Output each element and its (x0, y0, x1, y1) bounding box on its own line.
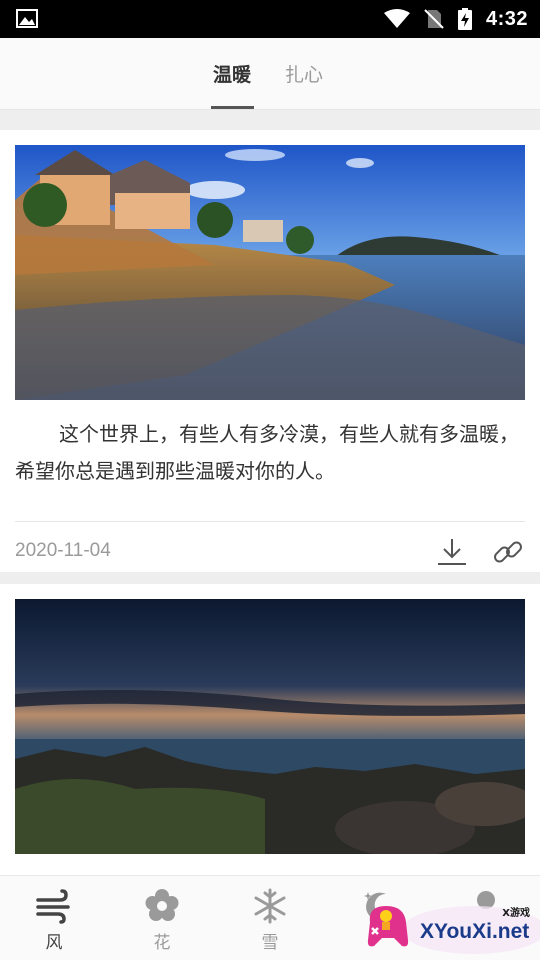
no-sim-icon (424, 9, 444, 29)
xyouxi-watermark: X游戏 XYouXi.net (362, 892, 540, 958)
post-date: 2020-11-04 (15, 540, 111, 561)
rocky-coast-dusk-photo[interactable] (15, 599, 525, 854)
clock: 4:32 (485, 7, 528, 30)
snowflake-icon (254, 888, 286, 924)
nav-label-snow: 雪 (261, 933, 279, 953)
image-icon (16, 9, 38, 28)
tab-heartbreak[interactable]: 扎心 (285, 60, 323, 87)
feed-card[interactable]: 这个世界上，有些人有多冷漠，有些人就有多温暖，希望你总是遇到那些温暖对你的人。 … (0, 130, 540, 572)
seaside-houses-beach-photo[interactable] (15, 145, 525, 400)
nav-item-wind[interactable]: 风 (0, 876, 108, 960)
feed-card[interactable] (0, 584, 540, 875)
flower-icon (145, 889, 179, 921)
battery-charging-icon (457, 8, 472, 30)
nav-label-flower: 花 (153, 933, 171, 953)
quote-text: 这个世界上，有些人有多冷漠，有些人就有多温暖，希望你总是遇到那些温暖对你的人。 (15, 422, 519, 483)
nav-item-snow[interactable]: 雪 (216, 876, 324, 960)
download-icon[interactable] (435, 535, 469, 569)
tab-indicator (211, 106, 254, 109)
nav-label-wind: 风 (45, 933, 63, 953)
link-icon[interactable] (491, 535, 525, 569)
nav-item-flower[interactable]: 花 (108, 876, 216, 960)
watermark-small-text: X游戏 (502, 908, 530, 919)
feed-list[interactable]: 这个世界上，有些人有多冷漠，有些人就有多温暖，希望你总是遇到那些温暖对你的人。 … (0, 110, 540, 875)
wifi-icon (383, 9, 410, 28)
watermark-logo-text: XYouXi.net (420, 920, 530, 943)
status-bar: 4:32 (0, 0, 540, 38)
wind-icon (36, 889, 70, 924)
tab-warm[interactable]: 温暖 (213, 60, 251, 87)
divider (15, 521, 525, 522)
top-tab-bar: 温暖 扎心 (0, 38, 540, 110)
